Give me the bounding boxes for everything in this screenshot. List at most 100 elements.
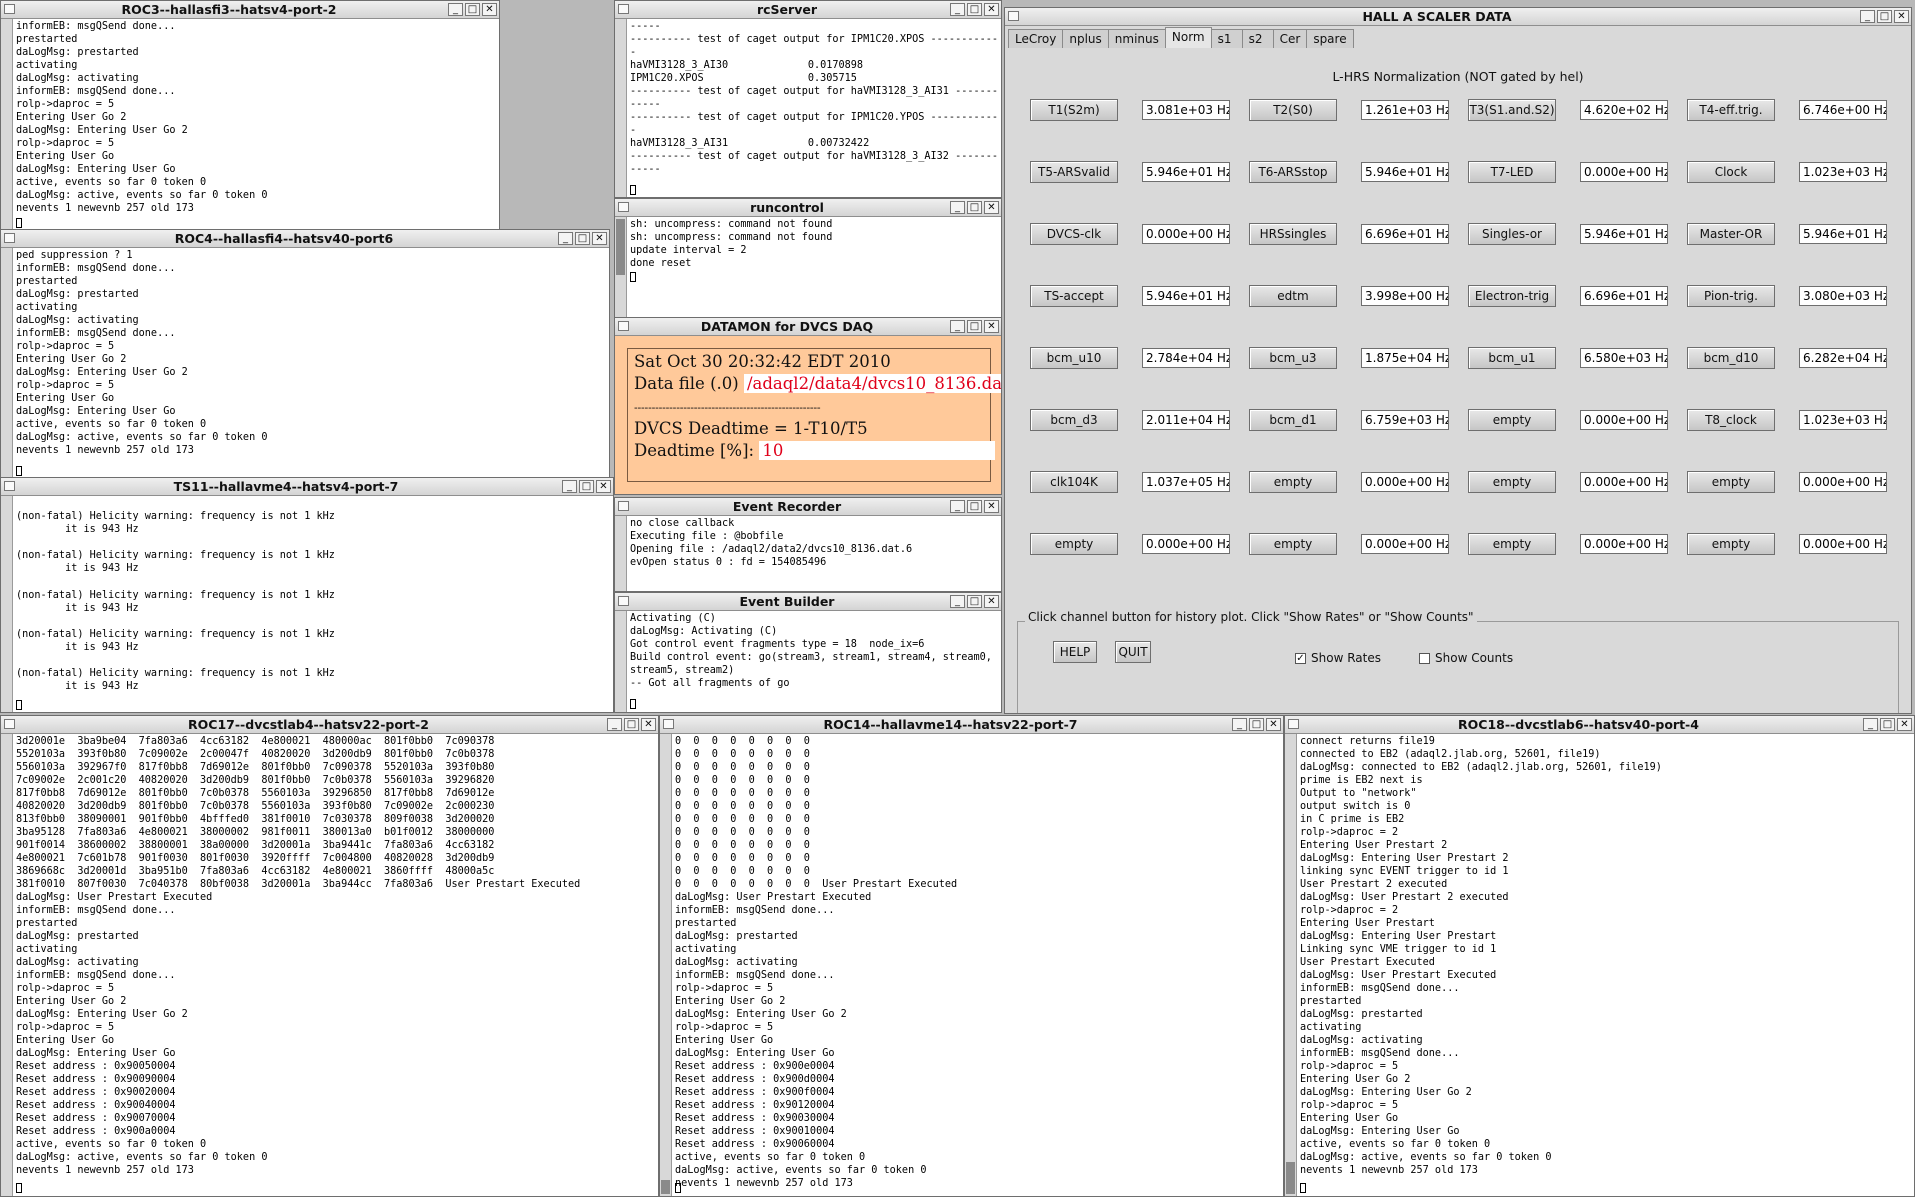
channel-button[interactable]: DVCS-clk <box>1030 223 1118 245</box>
channel-button[interactable]: T2(S0) <box>1249 99 1337 121</box>
channel-rate-field[interactable]: 1.875e+04 Hz <box>1361 348 1449 368</box>
channel-button[interactable]: HRSsingles <box>1249 223 1337 245</box>
channel-rate-field[interactable]: 0.000e+00 Hz <box>1580 162 1668 182</box>
channel-button[interactable]: bcm_d10 <box>1687 347 1775 369</box>
maximize-icon[interactable]: □ <box>1880 718 1895 731</box>
channel-rate-field[interactable]: 0.000e+00 Hz <box>1580 534 1668 554</box>
channel-button[interactable]: empty <box>1468 533 1556 555</box>
tab-s2[interactable]: s2 <box>1241 29 1274 48</box>
window-menu-icon[interactable] <box>1008 11 1019 21</box>
channel-rate-field[interactable]: 5.946e+01 Hz <box>1799 224 1887 244</box>
minimize-icon[interactable]: _ <box>950 3 965 16</box>
scrollbar[interactable] <box>1 248 13 478</box>
runcontrol-window[interactable]: runcontrol _ □ ✕ sh: uncompress: command n… <box>614 198 1002 318</box>
channel-rate-field[interactable]: 0.000e+00 Hz <box>1580 410 1668 430</box>
channel-rate-field[interactable]: 4.620e+02 Hz <box>1580 100 1668 120</box>
channel-rate-field[interactable]: 0.000e+00 Hz <box>1361 472 1449 492</box>
close-icon[interactable]: ✕ <box>482 3 497 16</box>
terminal-area[interactable]: ----- ---------- test of caget output fo… <box>615 19 1001 197</box>
channel-rate-field[interactable]: 0.000e+00 Hz <box>1361 534 1449 554</box>
window-menu-icon[interactable] <box>618 4 629 14</box>
close-icon[interactable]: ✕ <box>984 500 999 513</box>
event-recorder-titlebar[interactable]: Event Recorder _ □ ✕ <box>615 498 1001 516</box>
show-rates-check-icon[interactable]: ✓ <box>1295 652 1306 664</box>
maximize-icon[interactable]: □ <box>579 480 594 493</box>
scrollbar[interactable] <box>660 734 672 1196</box>
maximize-icon[interactable]: □ <box>1249 718 1264 731</box>
close-icon[interactable]: ✕ <box>592 232 607 245</box>
scrollbar-thumb[interactable] <box>661 1180 670 1194</box>
channel-button[interactable]: T5-ARSvalid <box>1030 161 1118 183</box>
channel-button[interactable]: Master-OR <box>1687 223 1775 245</box>
channel-rate-field[interactable]: 0.000e+00 Hz <box>1799 472 1887 492</box>
close-icon[interactable]: ✕ <box>984 595 999 608</box>
channel-rate-field[interactable]: 1.037e+05 Hz <box>1142 472 1230 492</box>
roc3-window[interactable]: ROC3--hallasfi3--hatsv4-port-2 _ □ ✕ infor… <box>0 0 500 231</box>
maximize-icon[interactable]: □ <box>967 3 982 16</box>
channel-button[interactable]: T6-ARSstop <box>1249 161 1337 183</box>
tab-spare[interactable]: spare <box>1306 29 1354 48</box>
scrollbar[interactable] <box>1285 734 1297 1196</box>
close-icon[interactable]: ✕ <box>984 320 999 333</box>
channel-rate-field[interactable]: 6.696e+01 Hz <box>1580 286 1668 306</box>
channel-button[interactable]: bcm_u10 <box>1030 347 1118 369</box>
scaler-titlebar[interactable]: HALL A SCALER DATA _ □ ✕ <box>1005 8 1911 26</box>
channel-button[interactable]: empty <box>1030 533 1118 555</box>
minimize-icon[interactable]: _ <box>950 201 965 214</box>
channel-rate-field[interactable]: 1.023e+03 Hz <box>1799 162 1887 182</box>
maximize-icon[interactable]: □ <box>575 232 590 245</box>
scrollbar[interactable] <box>615 217 627 317</box>
maximize-icon[interactable]: □ <box>465 3 480 16</box>
channel-rate-field[interactable]: 3.998e+00 Hz <box>1361 286 1449 306</box>
channel-button[interactable]: T3(S1.and.S2) <box>1468 99 1556 121</box>
channel-rate-field[interactable]: 5.946e+01 Hz <box>1142 162 1230 182</box>
channel-button[interactable]: TS-accept <box>1030 285 1118 307</box>
maximize-icon[interactable]: □ <box>624 718 639 731</box>
minimize-icon[interactable]: _ <box>950 320 965 333</box>
help-button[interactable]: HELP <box>1053 641 1097 663</box>
channel-button[interactable]: bcm_u1 <box>1468 347 1556 369</box>
close-icon[interactable]: ✕ <box>1897 718 1912 731</box>
terminal-area[interactable]: 0 0 0 0 0 0 0 0 0 0 0 0 0 0 0 0 0 0 0 0 … <box>660 734 1283 1196</box>
show-counts-check-icon[interactable] <box>1419 652 1430 664</box>
rcserver-titlebar[interactable]: rcServer _ □ ✕ <box>615 1 1001 19</box>
channel-button[interactable]: empty <box>1468 409 1556 431</box>
event-recorder-window[interactable]: Event Recorder _ □ ✕ no close callback Exe… <box>614 497 1002 592</box>
channel-button[interactable]: empty <box>1687 471 1775 493</box>
close-icon[interactable]: ✕ <box>596 480 611 493</box>
terminal-area[interactable]: Activating (C) daLogMsg: Activating (C) … <box>615 611 1001 712</box>
minimize-icon[interactable]: _ <box>562 480 577 493</box>
channel-button[interactable]: T8_clock <box>1687 409 1775 431</box>
window-menu-icon[interactable] <box>4 4 15 14</box>
roc18-window[interactable]: ROC18--dvcstlab6--hatsv40-port-4 _ □ ✕ con… <box>1284 715 1915 1197</box>
minimize-icon[interactable]: _ <box>950 500 965 513</box>
scrollbar-thumb[interactable] <box>2 19 11 230</box>
runcontrol-titlebar[interactable]: runcontrol _ □ ✕ <box>615 199 1001 217</box>
ts11-titlebar[interactable]: TS11--hallavme4--hatsv4-port-7 _ □ ✕ <box>1 478 613 496</box>
close-icon[interactable]: ✕ <box>641 718 656 731</box>
tab-s1[interactable]: s1 <box>1210 29 1243 48</box>
tab-lecroy[interactable]: LeCroy <box>1008 29 1064 48</box>
event-builder-titlebar[interactable]: Event Builder _ □ ✕ <box>615 593 1001 611</box>
channel-rate-field[interactable]: 5.946e+01 Hz <box>1361 162 1449 182</box>
channel-button[interactable]: empty <box>1687 533 1775 555</box>
channel-button[interactable]: Electron-trig <box>1468 285 1556 307</box>
maximize-icon[interactable]: □ <box>967 595 982 608</box>
tab-nminus[interactable]: nminus <box>1107 29 1166 48</box>
channel-button[interactable]: T7-LED <box>1468 161 1556 183</box>
channel-button[interactable]: clk104K <box>1030 471 1118 493</box>
channel-button[interactable]: T4-eff.trig. <box>1687 99 1775 121</box>
close-icon[interactable]: ✕ <box>1894 10 1909 23</box>
rcserver-window[interactable]: rcServer _ □ ✕ ----- ---------- test of ca… <box>614 0 1002 198</box>
channel-button[interactable]: empty <box>1249 533 1337 555</box>
window-menu-icon[interactable] <box>4 233 15 243</box>
scrollbar[interactable] <box>615 516 627 591</box>
minimize-icon[interactable]: _ <box>607 718 622 731</box>
minimize-icon[interactable]: _ <box>1232 718 1247 731</box>
scrollbar[interactable] <box>1 734 13 1196</box>
terminal-area[interactable]: (non-fatal) Helicity warning: frequency … <box>1 496 613 712</box>
event-builder-window[interactable]: Event Builder _ □ ✕ Activating (C) daLogMs… <box>614 592 1002 713</box>
roc17-titlebar[interactable]: ROC17--dvcstlab4--hatsv22-port-2 _ □ ✕ <box>1 716 658 734</box>
tab-norm[interactable]: Norm <box>1164 27 1212 48</box>
minimize-icon[interactable]: _ <box>950 595 965 608</box>
